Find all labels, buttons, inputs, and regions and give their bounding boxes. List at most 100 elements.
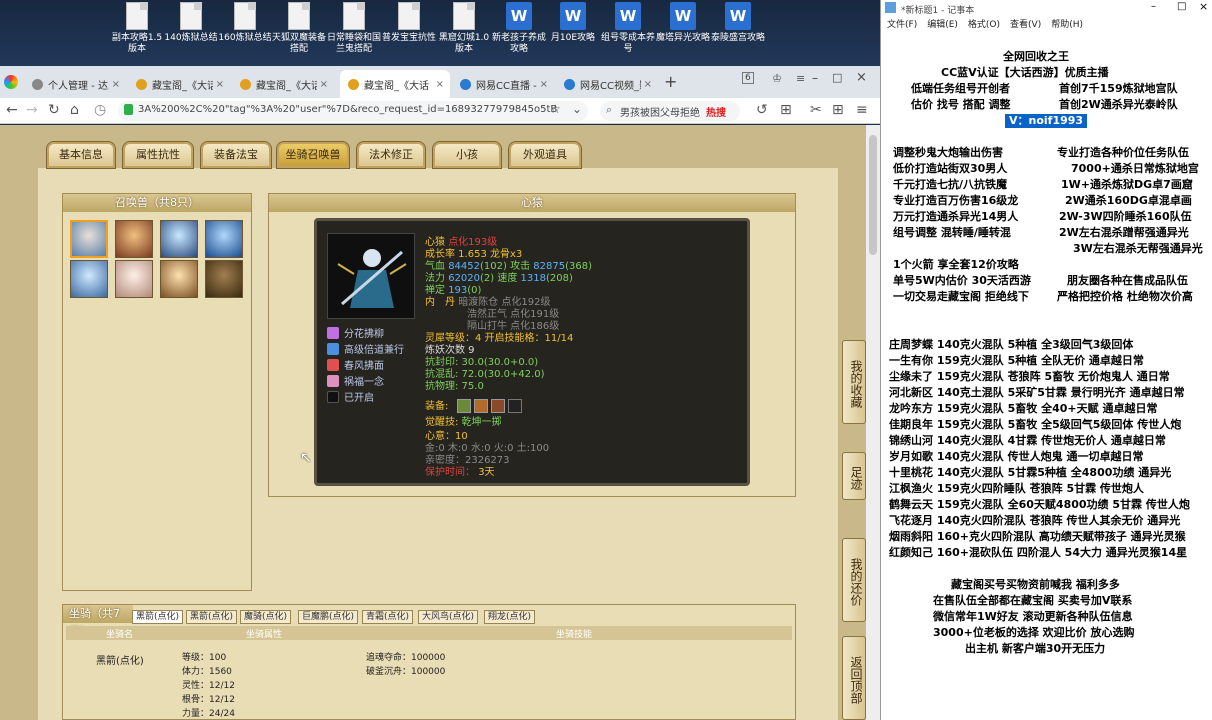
- home-icon[interactable]: ⌂: [70, 102, 79, 118]
- summon-avatar[interactable]: [115, 220, 153, 258]
- close-icon[interactable]: ×: [436, 79, 444, 90]
- close-window-button[interactable]: ×: [856, 70, 867, 85]
- desktop-word-icon[interactable]: W 新老孩子养成攻略: [492, 2, 546, 55]
- summon-avatar[interactable]: [160, 220, 198, 258]
- new-tab-button[interactable]: +: [664, 72, 677, 91]
- tab-magic[interactable]: 法术修正: [356, 141, 426, 169]
- desktop-file-icon[interactable]: 普发宝宝抗性: [382, 2, 436, 44]
- skill-item[interactable]: 高级倍道兼行: [327, 341, 404, 356]
- summon-figure-icon: [337, 249, 407, 308]
- equip-slot-icon[interactable]: [474, 399, 488, 413]
- history-icon[interactable]: ◷: [94, 102, 106, 118]
- summon-avatar[interactable]: [205, 220, 243, 258]
- skill-item[interactable]: 分花拂柳: [327, 325, 384, 340]
- close-icon[interactable]: ×: [320, 79, 328, 90]
- browser-tab[interactable]: 网易CC直播 - ×: [452, 70, 554, 98]
- menu-icon[interactable]: ≡: [796, 72, 805, 85]
- summon-avatar[interactable]: [115, 260, 153, 298]
- url-input[interactable]: 3A%200%2C%20"tag"%3A%20"user"%7D&reco_re…: [118, 101, 588, 121]
- equip-slot-icon[interactable]: [457, 399, 471, 413]
- menu-view[interactable]: 查看(V): [1010, 20, 1041, 30]
- menu-edit[interactable]: 编辑(E): [927, 20, 958, 30]
- desktop-file-icon[interactable]: 160炼狱总结: [218, 2, 272, 44]
- page-scrollbar[interactable]: [866, 125, 880, 720]
- menu-icon[interactable]: ≡: [856, 102, 868, 118]
- tab-attributes[interactable]: 属性抗性: [122, 141, 194, 169]
- my-counteroffer-button[interactable]: 我的还价: [842, 538, 866, 622]
- browser-tab-bar: 个人管理 - 达人× 藏宝阁_《大话× 藏宝阁_《大话× 藏宝阁_《大话× 网易…: [0, 66, 880, 98]
- notepad-window: *新标题1 - 记事本 – □ × 文件(F) 编辑(E) 格式(O) 查看(V) 帮助…: [880, 0, 1212, 720]
- back-to-top-button[interactable]: 返回顶部: [842, 636, 866, 720]
- desktop-file-icon[interactable]: 天狐双魔装备搭配: [272, 2, 326, 55]
- close-icon[interactable]: ×: [112, 79, 120, 90]
- np-wechat-selected[interactable]: V：noif1993: [1005, 114, 1088, 128]
- skill-item[interactable]: 已开启: [327, 389, 374, 404]
- desktop-file-icon[interactable]: 黑窟幻城1.0版本: [437, 2, 491, 55]
- maximize-button[interactable]: □: [832, 71, 842, 84]
- mount-tab[interactable]: 魔骑(点化): [240, 610, 292, 624]
- scrollbar-thumb[interactable]: [869, 135, 877, 255]
- minimize-button[interactable]: –: [812, 71, 818, 85]
- maximize-button[interactable]: □: [1177, 1, 1186, 12]
- browser-tab[interactable]: 藏宝阁_《大话 ×: [128, 70, 230, 98]
- equip-slot-icon[interactable]: [491, 399, 505, 413]
- desktop-word-icon[interactable]: W 月10E攻略: [546, 2, 600, 44]
- my-favorites-button[interactable]: 我的收藏: [842, 340, 866, 424]
- shirt-icon[interactable]: ♔: [772, 72, 782, 85]
- desktop-word-icon[interactable]: W 组号零成本养号: [601, 2, 655, 55]
- equip-slot-icon[interactable]: [508, 399, 522, 413]
- mount-tab[interactable]: 巨魔鹏(点化): [298, 610, 359, 624]
- browser-tab[interactable]: 藏宝阁_《大话 ×: [232, 70, 334, 98]
- tab-appearance[interactable]: 外观道具: [508, 141, 582, 169]
- refresh-icon[interactable]: ↺: [756, 102, 768, 118]
- search-icon: ⌕: [606, 103, 613, 116]
- summon-avatar[interactable]: [205, 260, 243, 298]
- scissors-icon[interactable]: ✂: [810, 102, 822, 118]
- pet-spirit: 心意：10: [425, 431, 468, 442]
- skill-item[interactable]: 春风拂面: [327, 357, 384, 372]
- tab-child[interactable]: 小孩: [432, 141, 502, 169]
- browser-tab[interactable]: 个人管理 - 达人×: [24, 70, 126, 98]
- mount-tab[interactable]: 青霜(点化): [362, 610, 414, 624]
- star-icon[interactable]: ☆: [550, 102, 561, 116]
- reload-icon[interactable]: ↻: [48, 102, 60, 118]
- menu-file[interactable]: 文件(F): [887, 20, 917, 30]
- desktop-word-icon[interactable]: W 泰陵盛宫攻略: [711, 2, 765, 44]
- grid-icon[interactable]: ⊞: [780, 102, 792, 118]
- close-icon[interactable]: ×: [216, 79, 224, 90]
- close-icon[interactable]: ×: [644, 79, 652, 90]
- desktop-file-icon[interactable]: 日常睡袋和国兰鬼搭配: [327, 2, 381, 55]
- hot-badge[interactable]: 热搜: [706, 104, 726, 119]
- browser-tab[interactable]: 网易CC视频_影×: [556, 70, 658, 98]
- tab-equipment[interactable]: 装备法宝: [200, 141, 272, 169]
- pet-mp-spd: 法力 62020(2) 速度 1318(208): [425, 273, 573, 284]
- cbg-icon: [136, 78, 147, 90]
- menu-format[interactable]: 格式(O): [968, 20, 1000, 30]
- mount-tab[interactable]: 黑箭(点化): [132, 610, 184, 624]
- summon-avatar-selected[interactable]: [70, 220, 108, 258]
- browser-tab-active[interactable]: 藏宝阁_《大话 ×: [340, 70, 450, 98]
- close-icon[interactable]: ×: [540, 79, 548, 90]
- chevron-down-icon[interactable]: ⌄: [572, 102, 582, 116]
- mount-tab[interactable]: 翔龙(点化): [484, 610, 536, 624]
- summon-avatar[interactable]: [160, 260, 198, 298]
- desktop-file-icon[interactable]: 140炼狱总结: [164, 2, 218, 44]
- tab-basic-info[interactable]: 基本信息: [46, 141, 116, 169]
- tab-mount-summon[interactable]: 坐骑召唤兽: [276, 141, 350, 169]
- footprint-button[interactable]: 足迹: [842, 452, 866, 500]
- skill-item[interactable]: 祸福一念: [327, 373, 384, 388]
- mount-tab[interactable]: 黑箭(点化): [186, 610, 238, 624]
- back-icon[interactable]: ←: [6, 102, 18, 118]
- desktop-word-icon[interactable]: W 魔塔异光攻略: [656, 2, 710, 44]
- close-window-button[interactable]: ×: [1199, 0, 1208, 13]
- mount-tab[interactable]: 大风鸟(点化): [418, 610, 479, 624]
- tab-count-badge[interactable]: 6: [742, 72, 754, 84]
- apps-icon[interactable]: ⊞: [832, 102, 844, 118]
- np-team-line: 江枫渔火 159克火四阶睡队 苍狼阵 5甘霖 传世炮人: [889, 482, 1144, 495]
- menu-help[interactable]: 帮助(H): [1051, 20, 1083, 30]
- summon-avatar[interactable]: [70, 260, 108, 298]
- desktop-file-icon[interactable]: 副本攻略1.5版本: [110, 2, 164, 55]
- minimize-button[interactable]: –: [1151, 1, 1156, 12]
- np-line: 专业打造各种价位任务队伍: [1057, 146, 1189, 159]
- forward-icon[interactable]: →: [26, 102, 38, 118]
